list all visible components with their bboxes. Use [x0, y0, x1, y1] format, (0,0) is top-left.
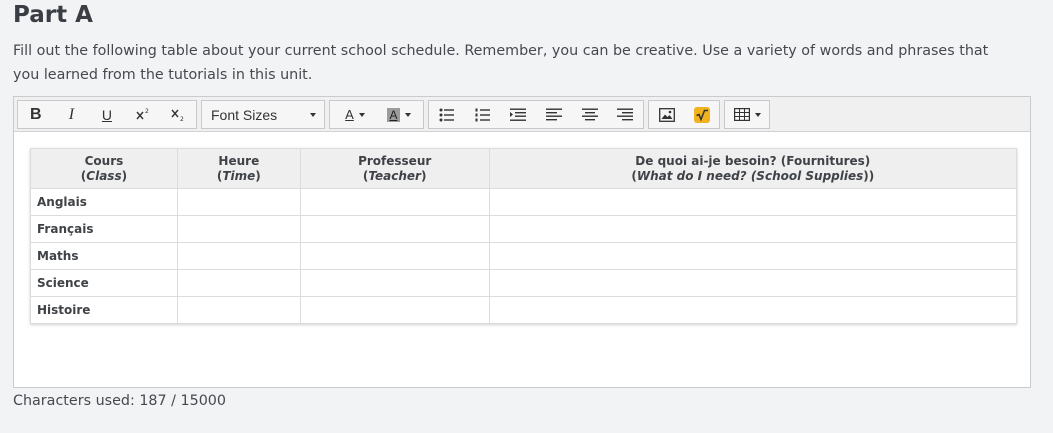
- time-cell[interactable]: [176, 188, 301, 216]
- header-translation: Class: [86, 168, 122, 183]
- teacher-cell[interactable]: [299, 269, 490, 297]
- character-counter: Characters used: 187 / 15000: [13, 393, 226, 409]
- teacher-cell[interactable]: [299, 188, 490, 216]
- italic-icon: I: [68, 105, 75, 123]
- italic-button[interactable]: I: [54, 101, 90, 128]
- indent-button[interactable]: [500, 101, 536, 128]
- row-label-cell[interactable]: Maths: [30, 242, 178, 270]
- underline-button[interactable]: U: [89, 101, 125, 128]
- bullet-list-icon: [439, 108, 454, 121]
- superscript-icon: 2: [136, 108, 149, 119]
- row-label-cell[interactable]: Histoire: [30, 296, 178, 324]
- header-translation: What do I need? (School Supplies: [636, 168, 864, 183]
- bold-icon: B: [30, 105, 42, 123]
- font-color-icon: A: [345, 107, 354, 122]
- indent-icon: [510, 108, 527, 121]
- insert-image-button[interactable]: [649, 101, 684, 128]
- bold-button[interactable]: B: [18, 101, 54, 128]
- header-cell-time[interactable]: Heure (Time): [176, 148, 301, 189]
- teacher-cell[interactable]: [299, 296, 490, 324]
- chevron-down-icon: [754, 112, 761, 117]
- table-row: Histoire: [30, 296, 1018, 324]
- underline-icon: U: [101, 106, 113, 123]
- instructions-text: Fill out the following table about your …: [13, 43, 989, 83]
- font-sizes-label: Font Sizes: [211, 106, 278, 123]
- header-cell-teacher[interactable]: Professeur (Teacher): [299, 148, 490, 189]
- time-cell[interactable]: [176, 242, 301, 270]
- supplies-cell[interactable]: [488, 215, 1018, 243]
- subscript-icon: 2: [171, 109, 184, 123]
- align-center-button[interactable]: [572, 101, 608, 128]
- align-right-button[interactable]: [607, 101, 643, 128]
- math-equation-icon: [693, 106, 710, 123]
- header-main: De quoi ai-je besoin? (Fournitures): [635, 153, 871, 168]
- header-translation: Teacher: [368, 168, 421, 183]
- teacher-cell[interactable]: [299, 242, 490, 270]
- numbered-list-button[interactable]: [465, 101, 501, 128]
- header-main: Professeur: [358, 153, 432, 168]
- time-cell[interactable]: [176, 215, 301, 243]
- font-size-group: Font Sizes: [201, 100, 325, 129]
- font-color-button[interactable]: A: [330, 101, 376, 128]
- row-label-cell[interactable]: Science: [30, 269, 178, 297]
- superscript-button[interactable]: 2: [125, 101, 161, 128]
- row-label-cell[interactable]: Français: [30, 215, 178, 243]
- numbered-list-icon: [475, 108, 490, 121]
- svg-text:2: 2: [145, 108, 149, 115]
- align-left-button[interactable]: [536, 101, 572, 128]
- insert-group: [648, 100, 720, 129]
- align-left-icon: [545, 108, 562, 120]
- format-button-group: B I U 2 2: [17, 100, 197, 129]
- font-sizes-dropdown[interactable]: Font Sizes: [202, 101, 324, 128]
- time-cell[interactable]: [176, 269, 301, 297]
- header-main: Heure: [218, 153, 260, 168]
- header-cell-class[interactable]: Cours (Class): [30, 148, 178, 189]
- editor-content[interactable]: Cours (Class) Heure (Time) Professeur (T…: [30, 148, 1018, 324]
- time-cell[interactable]: [176, 296, 301, 324]
- table-row: Science: [30, 269, 1018, 297]
- table-header-row: Cours (Class) Heure (Time) Professeur (T…: [30, 148, 1018, 189]
- supplies-cell[interactable]: [488, 188, 1018, 216]
- subscript-button[interactable]: 2: [160, 101, 196, 128]
- header-cell-supplies[interactable]: De quoi ai-je besoin? (Fournitures) (Wha…: [488, 148, 1018, 189]
- svg-text:2: 2: [180, 116, 184, 123]
- teacher-cell[interactable]: [299, 215, 490, 243]
- align-center-icon: [581, 108, 598, 120]
- paragraph-group: [428, 100, 644, 129]
- image-icon: [658, 107, 675, 122]
- table-icon: [733, 108, 750, 121]
- highlight-color-button[interactable]: A: [376, 101, 422, 128]
- row-label-cell[interactable]: Anglais: [30, 188, 178, 216]
- table-row: Maths: [30, 242, 1018, 270]
- color-group: A A: [329, 100, 424, 129]
- supplies-cell[interactable]: [488, 269, 1018, 297]
- highlight-icon: A: [387, 107, 400, 122]
- header-main: Cours: [84, 153, 124, 168]
- bullet-list-button[interactable]: [429, 101, 465, 128]
- table-group: [724, 100, 770, 129]
- page-title: Part A: [13, 2, 93, 28]
- supplies-cell[interactable]: [488, 242, 1018, 270]
- insert-math-button[interactable]: [684, 101, 719, 128]
- align-right-icon: [617, 108, 634, 120]
- chevron-down-icon: [404, 112, 411, 117]
- chevron-down-icon: [358, 112, 365, 117]
- supplies-cell[interactable]: [488, 296, 1018, 324]
- rich-text-editor[interactable]: B I U 2 2 Font Sizes A A Cours (Class) H…: [13, 96, 1031, 388]
- header-translation: Time: [222, 168, 256, 183]
- table-row: Anglais: [30, 188, 1018, 216]
- table-row: Français: [30, 215, 1018, 243]
- insert-table-button[interactable]: [725, 101, 769, 128]
- schedule-table: Cours (Class) Heure (Time) Professeur (T…: [30, 148, 1018, 324]
- chevron-down-icon: [310, 113, 316, 117]
- editor-toolbar: B I U 2 2 Font Sizes A A: [14, 97, 1030, 132]
